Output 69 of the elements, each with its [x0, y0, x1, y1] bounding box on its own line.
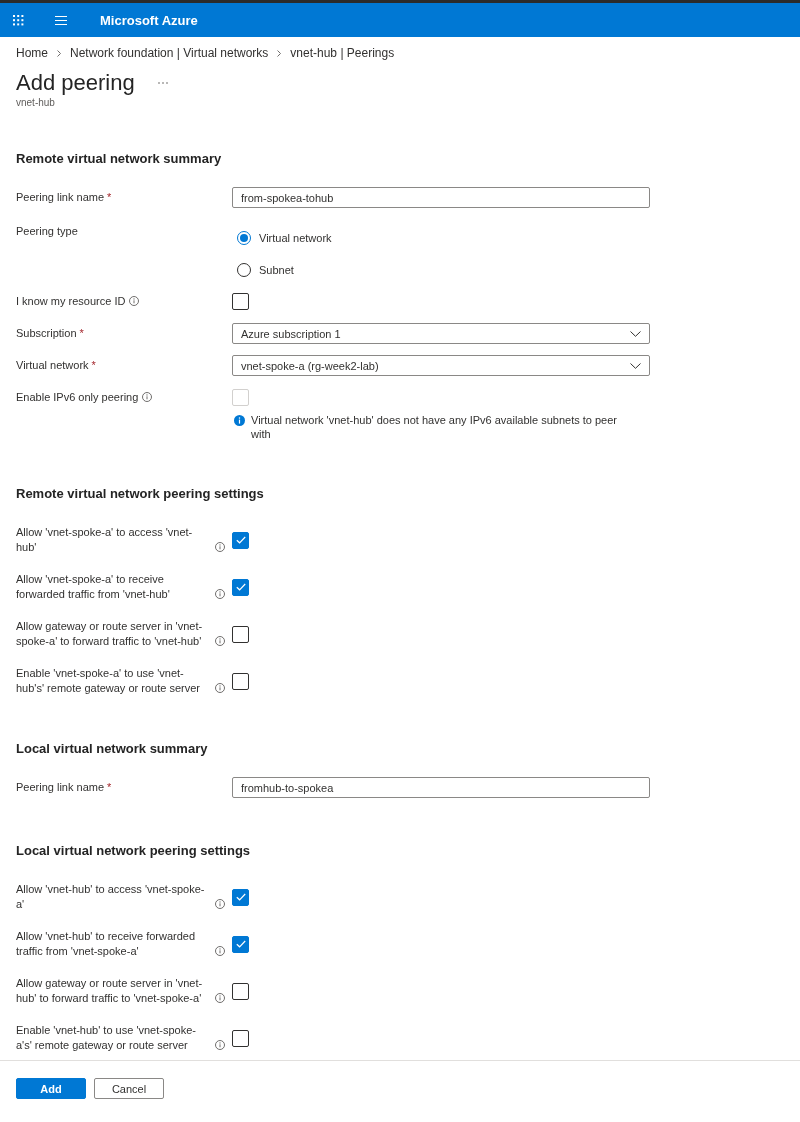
info-icon[interactable] [215, 683, 225, 693]
info-icon[interactable] [215, 946, 225, 956]
chevron-right-icon [57, 49, 61, 57]
text-field[interactable]: from-spokea-tohub [232, 187, 650, 208]
info-icon[interactable] [215, 542, 225, 552]
radio-button[interactable] [237, 263, 251, 277]
field-label: Allow 'vnet-hub' to access 'vnet-spoke-a' [16, 882, 206, 912]
required-mark: * [107, 781, 112, 793]
text-field[interactable]: fromhub-to-spokea [232, 777, 650, 798]
info-icon [234, 415, 245, 426]
field-label: Peering type [16, 224, 78, 239]
grid-dots-icon[interactable] [13, 14, 24, 26]
section-title: Remote virtual network summary [16, 150, 223, 168]
chevron-right-icon [277, 49, 282, 57]
breadcrumb-link[interactable]: vnet-hub | Peerings [290, 45, 395, 61]
checkbox[interactable] [232, 1029, 249, 1047]
page-title: Add peering [16, 69, 135, 97]
chevron-down-icon [630, 330, 641, 337]
checkmark-icon [235, 583, 246, 591]
checkbox[interactable] [232, 293, 249, 310]
page-subtitle: vnet-hub [16, 97, 56, 109]
checkbox[interactable] [232, 888, 249, 906]
info-icon[interactable] [215, 1040, 225, 1050]
info-icon[interactable] [215, 993, 225, 1003]
field-label: Virtual network [16, 358, 89, 373]
radio-label[interactable]: Subnet [259, 264, 294, 276]
checkmark-icon [235, 536, 246, 544]
breadcrumb-link[interactable]: Home [16, 45, 48, 61]
field-label: Allow 'vnet-hub' to receive forwarded traffic from 'vnet-spoke-a' [16, 929, 197, 959]
field-label: Allow gateway or route server in 'vnet-hub' to forward traffic to 'vnet-spoke-a' [16, 976, 204, 1006]
field-label: Subscription [16, 326, 77, 341]
checkbox[interactable] [232, 578, 249, 596]
field-label: Allow 'vnet-spoke-a' to receive forwarded traffic from 'vnet-hub' [16, 572, 171, 602]
field-label: Enable 'vnet-spoke-a' to use 'vnet-hub's' remote gateway or route server [16, 666, 201, 696]
field-label: Peering link name [16, 780, 105, 795]
info-icon[interactable] [215, 636, 225, 646]
secondary-button[interactable]: Cancel [94, 1078, 164, 1099]
menu-icon[interactable] [55, 15, 67, 25]
checkbox[interactable] [232, 935, 249, 953]
info-icon[interactable] [129, 296, 140, 306]
breadcrumb-link[interactable]: Network foundation | Virtual networks [70, 45, 269, 61]
required-mark: * [107, 191, 112, 203]
checkmark-icon [235, 893, 246, 901]
checkmark-icon [235, 940, 246, 948]
primary-button[interactable]: Add [16, 1078, 86, 1099]
radio-button[interactable] [237, 231, 251, 245]
section-title: Remote virtual network peering settings [16, 485, 265, 503]
checkbox[interactable] [232, 531, 249, 549]
dropdown[interactable]: Azure subscription 1 [232, 323, 650, 344]
section-title: Local virtual network summary [16, 740, 209, 758]
checkbox[interactable] [232, 625, 249, 643]
checkbox[interactable] [232, 672, 249, 690]
field-label: Peering link name [16, 190, 105, 205]
info-message: Virtual network 'vnet-hub' does not have any IPv6 available subnets to peer with [251, 413, 618, 441]
checkbox[interactable] [232, 982, 249, 1000]
app-title: Microsoft Azure [100, 12, 198, 28]
section-title: Local virtual network peering settings [16, 842, 252, 860]
info-icon[interactable] [215, 899, 225, 909]
field-label: Allow gateway or route server in 'vnet-spoke-a' to forward traffic to 'vnet-hub' [16, 619, 204, 649]
dropdown[interactable]: vnet-spoke-a (rg-week2-lab) [232, 355, 650, 376]
chevron-down-icon [630, 362, 641, 369]
required-mark: * [91, 359, 96, 371]
required-mark: * [79, 327, 84, 339]
field-label: Enable IPv6 only peering [16, 390, 139, 405]
field-label: I know my resource ID [16, 294, 126, 309]
info-icon[interactable] [215, 589, 225, 599]
field-label: Allow 'vnet-spoke-a' to access 'vnet-hub' [16, 525, 194, 555]
field-label: Enable 'vnet-hub' to use 'vnet-spoke-a's' remote gateway or route server [16, 1023, 197, 1053]
radio-label[interactable]: Virtual network [259, 232, 332, 244]
